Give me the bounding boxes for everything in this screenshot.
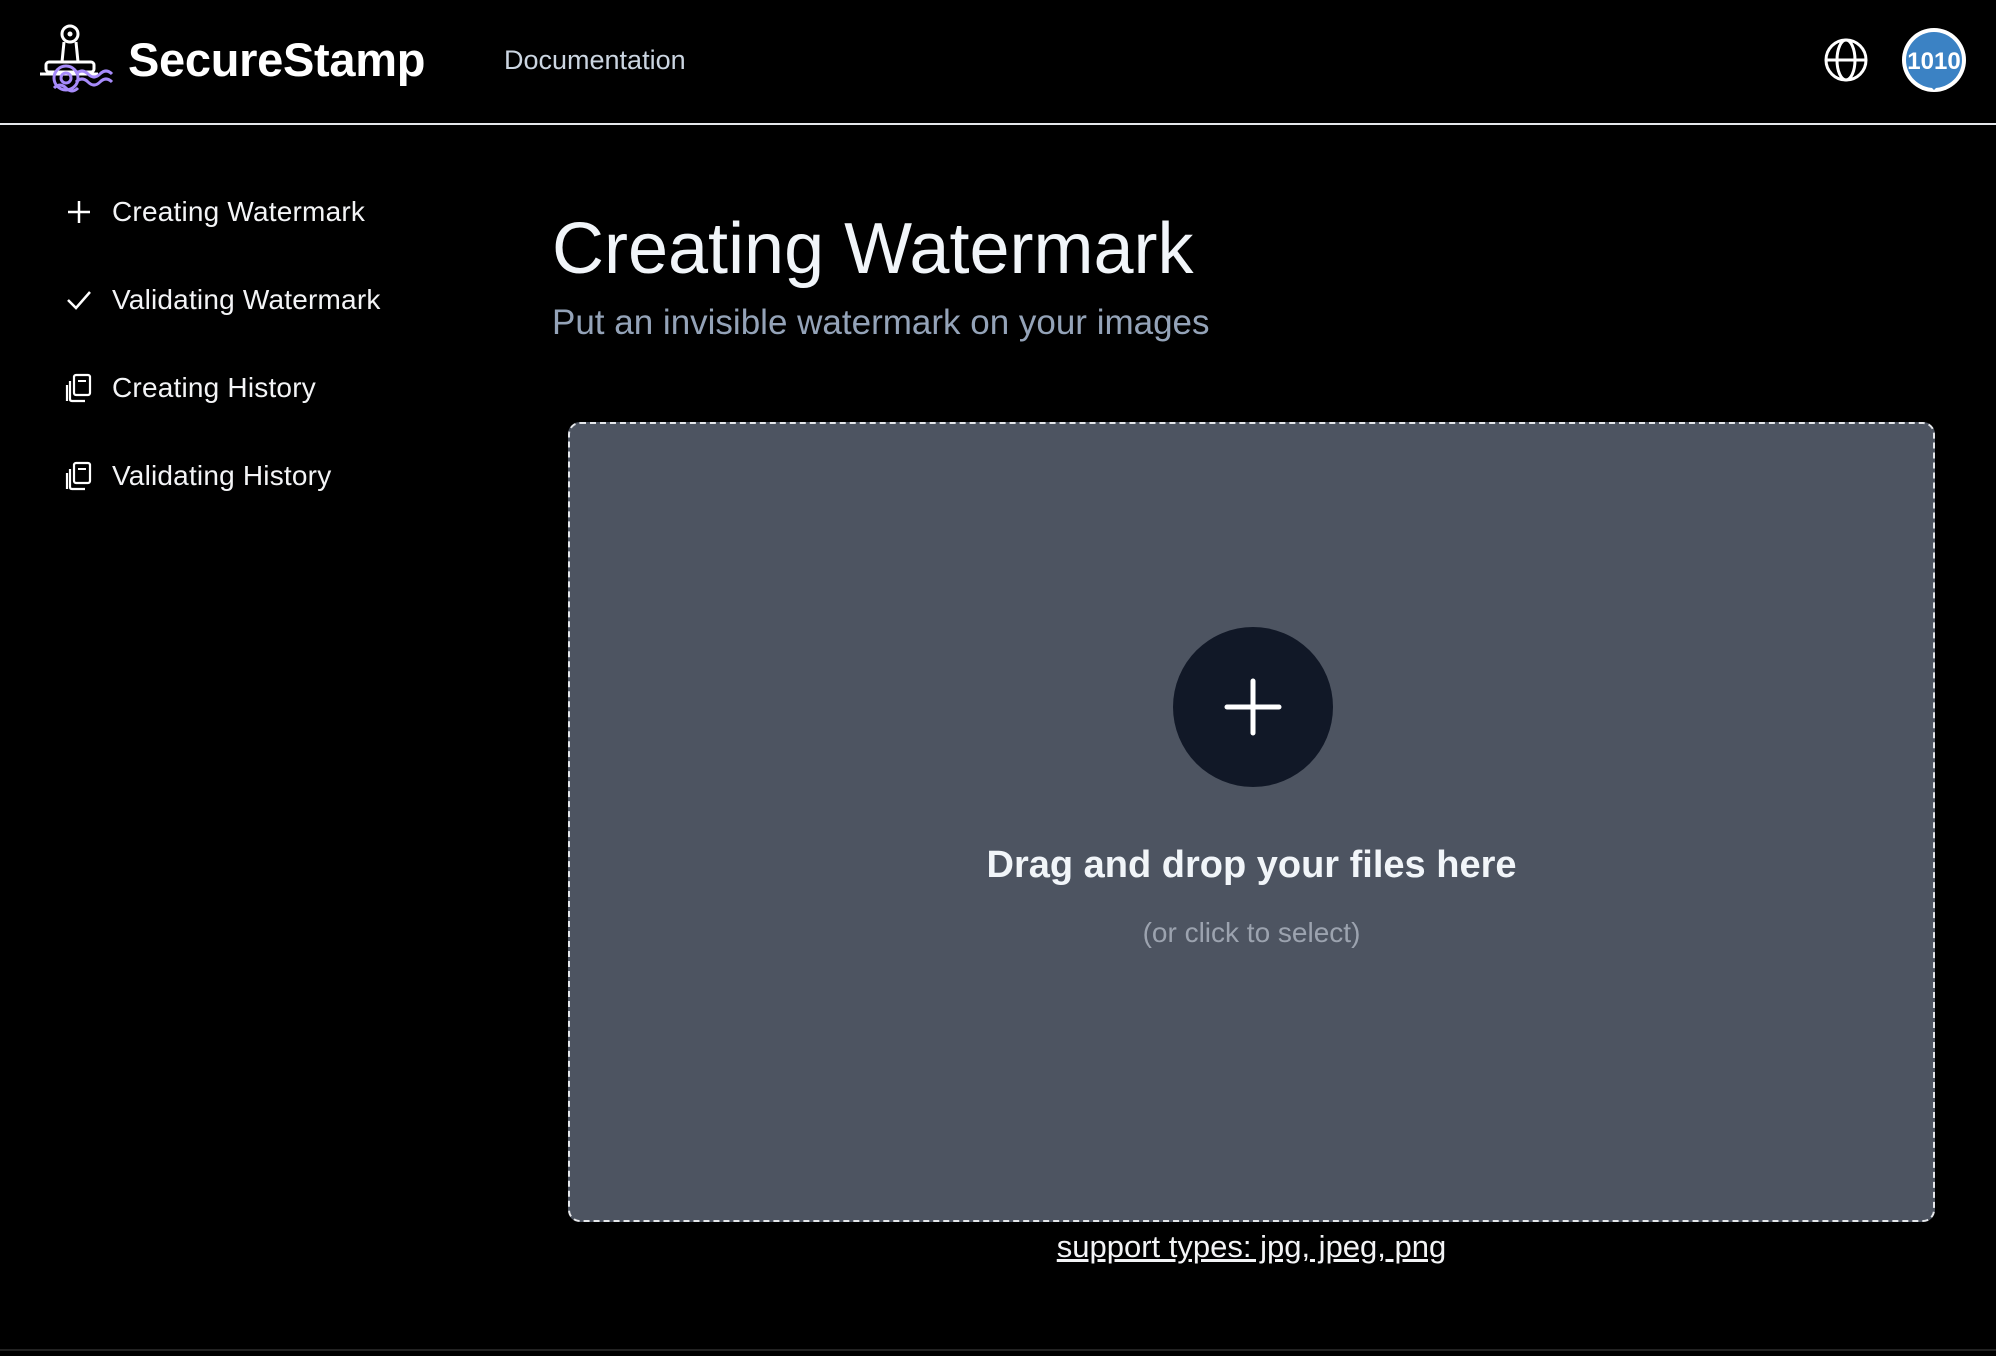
sidebar-item-label: Validating Watermark: [112, 284, 381, 315]
brand-name[interactable]: SecureStamp: [128, 30, 425, 90]
copy-icon: [62, 371, 96, 405]
sidebar: Creating Watermark Validating Watermark …: [0, 127, 520, 1356]
plus-icon: [62, 195, 96, 229]
copy-icon: [62, 459, 96, 493]
top-header: SecureStamp Documentation 1010: [0, 0, 1996, 125]
stamp-logo-icon[interactable]: [36, 22, 114, 98]
globe-icon[interactable]: [1822, 36, 1870, 84]
binary-avatar-icon: 1010: [1906, 32, 1962, 90]
page-subtitle: Put an invisible watermark on your image…: [552, 303, 1210, 342]
dropzone-hint: (or click to select): [1142, 917, 1361, 948]
sidebar-item-validating-history[interactable]: Validating History: [62, 454, 331, 498]
sidebar-item-label: Creating Watermark: [112, 196, 366, 227]
footer-divider: [0, 1349, 1996, 1351]
avatar-text: 1010: [1907, 48, 1960, 75]
page-title: Creating Watermark: [552, 209, 1194, 289]
sidebar-item-label: Creating History: [112, 372, 316, 403]
sidebar-item-label: Validating History: [112, 460, 332, 491]
sidebar-item-creating-watermark[interactable]: Creating Watermark: [62, 190, 365, 234]
support-types-link[interactable]: support types: jpg, jpeg, png: [568, 1226, 1935, 1268]
upload-button[interactable]: [1173, 627, 1333, 787]
nav-documentation-link[interactable]: Documentation: [504, 42, 686, 78]
dropzone-title: Drag and drop your files here: [986, 844, 1517, 886]
sidebar-item-creating-history[interactable]: Creating History: [62, 366, 316, 410]
check-icon: [62, 283, 96, 317]
avatar[interactable]: 1010: [1902, 28, 1966, 92]
file-dropzone[interactable]: Drag and drop your files here (or click …: [568, 422, 1935, 1222]
sidebar-item-validating-watermark[interactable]: Validating Watermark: [62, 278, 381, 322]
plus-icon: [1224, 678, 1282, 736]
